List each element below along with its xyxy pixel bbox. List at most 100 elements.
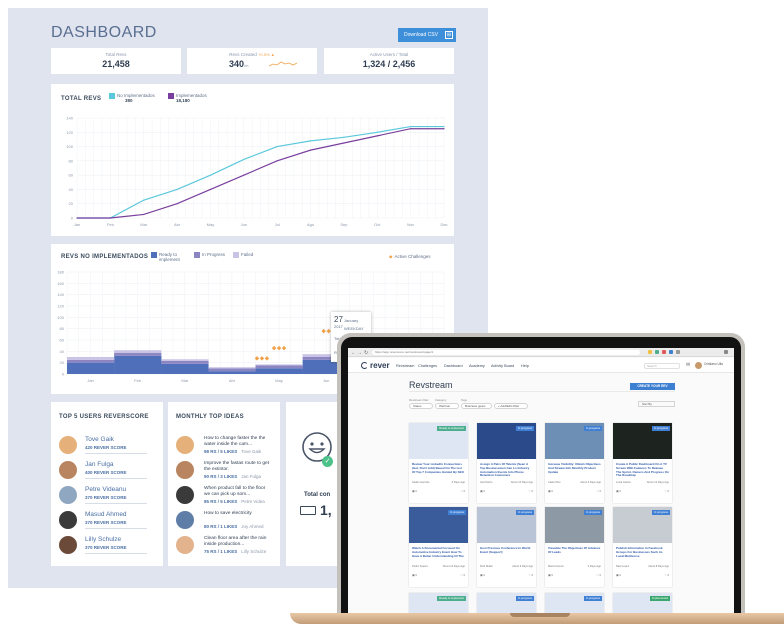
data-point — [143, 213, 145, 216]
like-icon[interactable]: ♡ 0 — [528, 573, 533, 577]
rev-card-title[interactable]: Visualize The Objectives Of Advance Of L… — [548, 546, 601, 555]
extension-icon[interactable] — [662, 350, 666, 354]
rev-card-title[interactable]: Increase Visibility: Obtain Objectives A… — [548, 462, 601, 474]
add-filter-button[interactable]: + Add/Edit Filter — [494, 403, 528, 409]
like-icon[interactable]: ♡ 0 — [460, 573, 465, 577]
comment-icon[interactable]: ▣ 0 — [616, 489, 621, 493]
area-segment — [255, 365, 303, 369]
comment-icon[interactable]: ▣ 0 — [616, 573, 621, 577]
create-rev-button[interactable]: CREATE YOUR REV — [630, 383, 675, 390]
data-point — [309, 149, 312, 151]
rev-card[interactable]: In progress Visualize The Objectives Of … — [545, 507, 604, 587]
rev-card[interactable]: In progress Host Previous Conference In … — [477, 507, 536, 587]
like-icon[interactable]: ♡ 0 — [596, 489, 601, 493]
comment-icon[interactable]: ▣ 0 — [480, 489, 485, 493]
address-bar[interactable]: https://app.reverscore.net/revstream/pag… — [372, 350, 640, 355]
avatar — [59, 461, 77, 479]
nav-activity-board[interactable]: Activity Board — [491, 364, 514, 368]
avatar — [176, 461, 194, 479]
reload-icon[interactable]: ↻ — [364, 350, 368, 356]
x-tick-label: Jan — [74, 222, 80, 227]
rev-card-title[interactable]: Create A Public Dashboard On A TV Screen… — [616, 462, 669, 478]
filter-category[interactable]: Webinar — [435, 403, 459, 409]
rev-card-author: Stefan Gerriets — [412, 481, 430, 484]
user-row[interactable]: Masud Ahmed 370 REVER SCORE — [59, 511, 147, 531]
extension-icon[interactable] — [655, 350, 659, 354]
rev-card[interactable]: Implemented — [613, 593, 672, 613]
challenge-marker — [276, 345, 282, 351]
nav-academy[interactable]: Academy — [469, 364, 485, 368]
rev-card[interactable]: Ready to implement — [409, 593, 468, 613]
rever-logo[interactable]: rever — [361, 361, 390, 370]
rev-card[interactable]: In progress Create A Public Dashboard On… — [613, 423, 672, 503]
user-row[interactable]: Petre Videanu 370 REVER SCORE — [59, 486, 147, 506]
nav-challenges[interactable]: Challenges — [418, 364, 437, 368]
idea-row[interactable]: How to save electricity 80 RS / 1 LIKES J… — [176, 511, 270, 535]
extension-icon[interactable] — [669, 350, 673, 354]
comment-icon[interactable]: ▣ 0 — [548, 573, 553, 577]
rev-card-image: In progress — [613, 423, 672, 459]
nav-dashboard[interactable]: Dashboard — [444, 364, 463, 368]
top-users-card: TOP 5 USERS REVERSCORE Tove Gaik 420 REV… — [51, 402, 163, 566]
filter-status[interactable]: Status — [409, 403, 433, 409]
status-badge: In progress — [448, 510, 466, 515]
rev-card-title[interactable]: Host Previous Conference In World Event … — [480, 546, 533, 555]
download-csv-button[interactable]: Download CSV ⊞ — [398, 28, 456, 42]
like-icon[interactable]: ♡ 0 — [528, 489, 533, 493]
user-row[interactable]: Jan Fulga 400 REVER SCORE — [59, 461, 147, 481]
idea-row[interactable]: Clean floor area after the rain inside p… — [176, 536, 270, 560]
rev-card-date: 6 Days Ago — [451, 481, 465, 484]
nav-revstream[interactable]: Revstream — [396, 364, 414, 368]
idea-stats: 75 RS / 1 LIKES — [204, 549, 238, 554]
rev-card[interactable]: In progress — [477, 593, 536, 613]
rev-card-date: 3 Days Ago — [587, 565, 601, 568]
rev-card-author: Lucia Garcia — [616, 481, 631, 484]
rev-card-title[interactable]: Watch A Documental Focused On Automotive… — [412, 546, 465, 558]
comment-icon[interactable]: ▣ 0 — [412, 573, 417, 577]
sort-select[interactable]: Sort By — [638, 401, 675, 407]
rev-card[interactable]: In progress Watch A Documental Focused O… — [409, 507, 468, 587]
user-row[interactable]: Lilly Schulze 370 REVER SCORE — [59, 536, 147, 556]
comment-icon[interactable]: ▣ 0 — [412, 489, 417, 493]
rev-card[interactable]: In progress Assign A Pairs Of Talents (S… — [477, 423, 536, 503]
divider — [85, 528, 147, 529]
rev-card-date: About 6 Days Ago — [580, 481, 601, 484]
filter-label: Tags — [461, 398, 467, 402]
area-segment — [208, 368, 256, 372]
like-icon[interactable]: ♡ 0 — [664, 573, 669, 577]
back-icon[interactable]: ← — [351, 350, 356, 356]
rev-card-title[interactable]: Publish Information In Facebook Groups F… — [616, 546, 669, 558]
data-point — [176, 188, 178, 191]
filter-tags[interactable]: Business gears — [461, 403, 492, 409]
y-tick-label: 20 — [69, 201, 74, 206]
rev-card[interactable]: In progress — [545, 593, 604, 613]
idea-row[interactable]: How to change faster the the water insid… — [176, 436, 270, 460]
rev-card-date: About 10 Days Ago — [510, 481, 533, 484]
y-tick-label: 40 — [60, 349, 65, 354]
extension-icon[interactable] — [648, 350, 652, 354]
idea-row[interactable]: Improve the fastas route to get the exti… — [176, 461, 270, 485]
menu-icon[interactable] — [724, 350, 728, 354]
rev-card-title[interactable]: Review Your LinkedIn Connections (Get, D… — [412, 462, 465, 474]
comment-icon[interactable]: ▣ 0 — [548, 489, 553, 493]
idea-row[interactable]: When product fall to the floor we can pi… — [176, 486, 270, 510]
nav-help[interactable]: Help — [521, 364, 529, 368]
rev-card-author: Ana Pedro — [480, 481, 493, 484]
like-icon[interactable]: ♡ 0 — [596, 573, 601, 577]
notification-icon[interactable]: ✉ — [686, 362, 690, 368]
search-input[interactable]: Search — [644, 363, 680, 369]
rev-card[interactable]: Ready to implement Review Your LinkedIn … — [409, 423, 468, 503]
rev-card-title[interactable]: Assign A Pairs Of Talents (Seen A Top Bu… — [480, 462, 533, 478]
user-row[interactable]: Tove Gaik 420 REVER SCORE — [59, 436, 147, 456]
extension-icon[interactable] — [676, 350, 680, 354]
comment-icon[interactable]: ▣ 0 — [480, 573, 485, 577]
like-icon[interactable]: ♡ 0 — [460, 489, 465, 493]
avatar[interactable] — [695, 362, 702, 369]
rev-card[interactable]: In progress Publish Information In Faceb… — [613, 507, 672, 587]
forward-icon[interactable]: → — [357, 350, 362, 356]
rev-card[interactable]: In progress Increase Visibility: Obtain … — [545, 423, 604, 503]
like-icon[interactable]: ♡ 0 — [664, 489, 669, 493]
data-point — [376, 135, 378, 137]
idea-stats: 85 RS / 5 LIKES — [204, 499, 238, 504]
user-name[interactable]: Cristiano Ulla — [704, 362, 726, 366]
